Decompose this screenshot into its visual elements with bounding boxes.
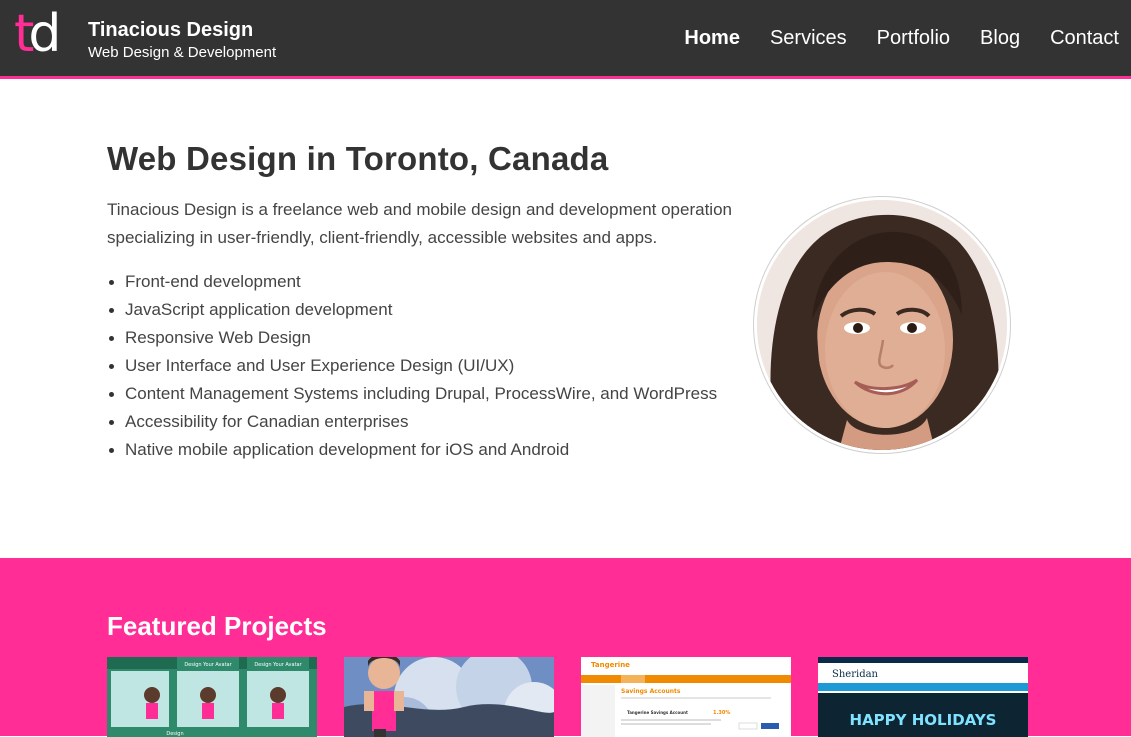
brand-name[interactable]: Tinacious Design — [88, 19, 253, 42]
tangerine-screenshot: Tangerine Savings Accounts Tangerine Sav… — [581, 657, 791, 737]
bitmoji-photo-screenshot — [344, 657, 554, 737]
logo-letter-t: t — [14, 4, 35, 64]
logo-letter-d: d — [28, 4, 61, 64]
portrait-illustration — [757, 200, 1007, 450]
avatar-app-header: Design Your Avatar — [184, 662, 232, 668]
nav-home[interactable]: Home — [684, 27, 740, 50]
intro-description: Tinacious Design is a freelance web and … — [107, 200, 732, 247]
tangerine-heading: Savings Accounts — [621, 688, 681, 695]
nav-services[interactable]: Services — [770, 27, 847, 50]
avatar-app-header: Design Your Avatar — [254, 662, 302, 668]
featured-projects-title: Featured Projects — [107, 611, 327, 641]
list-item: Native mobile application development fo… — [107, 436, 737, 464]
list-item: Accessibility for Canadian enterprises — [107, 408, 737, 436]
brand-tagline: Web Design & Development — [88, 44, 277, 61]
page-title: Web Design in Toronto, Canada — [107, 140, 609, 177]
site-header: td Tinacious Design Web Design & Develop… — [0, 0, 1131, 79]
tangerine-subheading: Tangerine Savings Account — [627, 710, 688, 715]
services-list: Front-end development JavaScript applica… — [107, 268, 737, 464]
sheridan-brand: Sheridan — [832, 669, 879, 680]
featured-projects-section: Featured Projects Design Your Avatar Des… — [0, 558, 1131, 737]
project-thumb-bitmoji-photo[interactable] — [344, 657, 554, 737]
nav-blog[interactable]: Blog — [980, 27, 1020, 50]
list-item: JavaScript application development — [107, 296, 737, 324]
list-item: Responsive Web Design — [107, 324, 737, 352]
tangerine-brand: Tangerine — [591, 661, 630, 669]
list-item: Content Management Systems including Dru… — [107, 380, 737, 408]
logo[interactable]: td — [14, 8, 74, 62]
nav-portfolio[interactable]: Portfolio — [877, 27, 950, 50]
sheridan-screenshot: Sheridan HAPPY HOLIDAYS — [818, 657, 1028, 737]
list-item: Front-end development — [107, 268, 737, 296]
project-thumb-avatar-app[interactable]: Design Your Avatar Design Your Avatar De… — [107, 657, 317, 737]
main-nav: Home Services Portfolio Blog Contact — [654, 27, 1119, 50]
sheridan-banner: HAPPY HOLIDAYS — [850, 711, 997, 729]
project-thumb-sheridan[interactable]: Sheridan HAPPY HOLIDAYS — [818, 657, 1028, 737]
avatar-app-tab: Design — [166, 731, 183, 737]
profile-photo — [753, 196, 1011, 454]
profile-photo-image — [757, 200, 1007, 450]
tangerine-rate: 1.30% — [713, 710, 730, 716]
intro-section: Web Design in Toronto, Canada Tinacious … — [107, 140, 737, 464]
list-item: User Interface and User Experience Desig… — [107, 352, 737, 380]
avatar-app-screenshot: Design Your Avatar Design Your Avatar De… — [107, 657, 317, 737]
project-thumb-tangerine[interactable]: Tangerine Savings Accounts Tangerine Sav… — [581, 657, 791, 737]
nav-contact[interactable]: Contact — [1050, 27, 1119, 50]
